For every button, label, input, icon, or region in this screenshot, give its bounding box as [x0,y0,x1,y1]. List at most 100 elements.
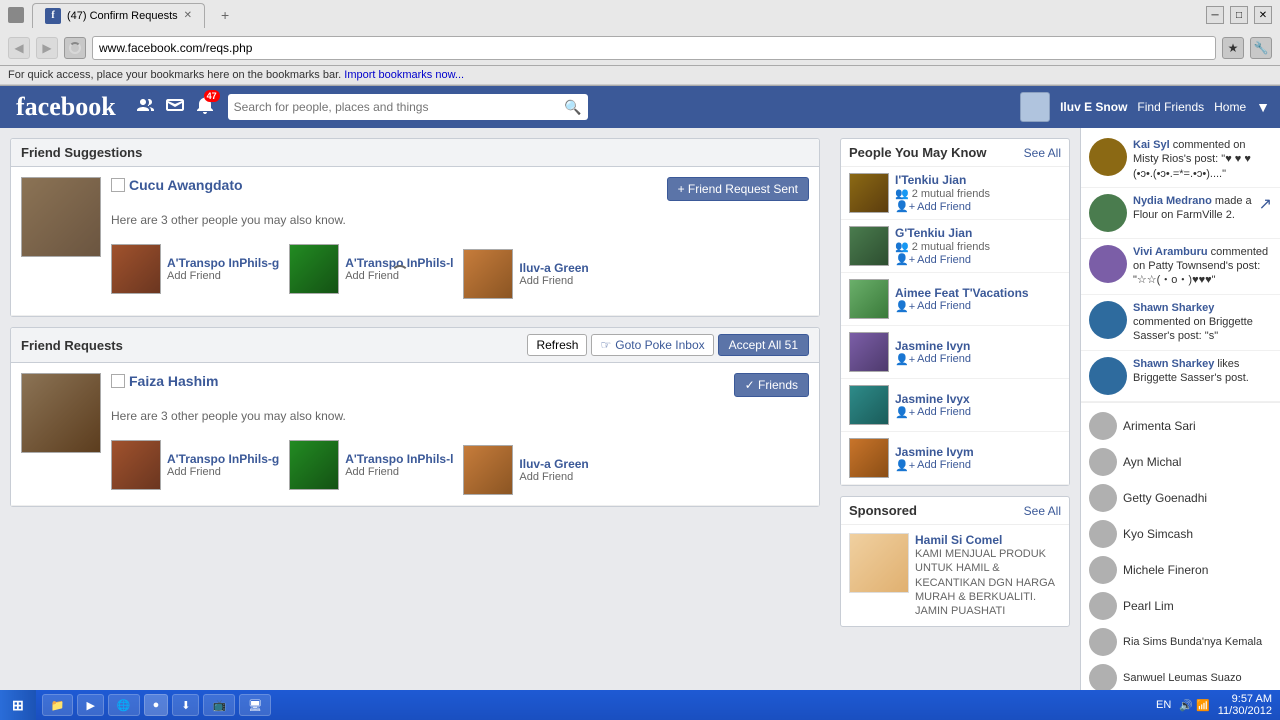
wrench-icon[interactable]: 🔧 [1250,37,1272,59]
pymk-add-6[interactable]: 👤+Add Friend [895,459,1061,472]
pymk-see-all[interactable]: See All [1024,146,1061,160]
person-name-1[interactable]: A'Transpo InPhils-g [167,256,279,270]
chat-friend-name-5: Michele Fineron [1123,563,1208,577]
notif-text-5: Shawn Sharkey likes Briggette Sasser's p… [1133,357,1272,395]
pymk-add-2[interactable]: 👤+Add Friend [895,253,1061,266]
tab[interactable]: f (47) Confirm Requests ✕ [32,3,205,28]
chat-friend-name-7: Ria Sims Bunda'nya Kemala [1123,636,1262,648]
req-person-name-2[interactable]: A'Transpo InPhils-l [345,452,453,466]
req-person-add-1[interactable]: Add Friend [167,466,279,478]
taskbar-media[interactable]: ▶ [77,694,103,716]
request-checkbox[interactable] [111,374,125,388]
req-person-add-3[interactable]: Add Friend [519,471,588,483]
chat-friend-1[interactable]: Arimenta Sari [1081,408,1280,444]
req-person-thumb-1: A'Transpo InPhils-g Add Friend [111,435,279,495]
suggestion-name[interactable]: Cucu Awangdato [129,177,243,193]
pymk-add-5[interactable]: 👤+Add Friend [895,406,1061,419]
chat-friend-name-2: Ayn Michal [1123,455,1181,469]
find-friends-button[interactable]: Find Friends [1137,100,1204,114]
request-name[interactable]: Faiza Hashim [129,373,218,389]
request-other-text: Here are 3 other people you may also kno… [111,403,809,429]
url-bar[interactable] [92,36,1216,60]
import-bookmarks-link[interactable]: Import bookmarks now... [344,69,464,81]
tab-close-icon[interactable]: ✕ [184,10,192,21]
notif-item-3[interactable]: Vivi Aramburu commented on Patty Townsen… [1081,239,1280,295]
close-window-button[interactable]: ✕ [1254,6,1272,24]
pymk-avatar-1 [849,173,889,213]
chat-friend-2[interactable]: Ayn Michal [1081,444,1280,480]
pymk-name-2[interactable]: G'Tenkiu Jian [895,226,1061,240]
facebook-logo[interactable]: facebook [10,92,122,122]
taskbar-app3[interactable]: 🖥 [239,694,271,716]
pymk-name-4[interactable]: Jasmine Ivyn [895,339,1061,353]
notif-item-5[interactable]: Shawn Sharkey likes Briggette Sasser's p… [1081,351,1280,402]
pymk-name-5[interactable]: Jasmine Ivyx [895,392,1061,406]
pymk-avatar-4 [849,332,889,372]
person-image-1 [111,244,161,294]
minimize-button[interactable]: ─ [1206,6,1224,24]
pymk-add-4[interactable]: 👤+Add Friend [895,353,1061,366]
accept-all-button[interactable]: Accept All 51 [718,334,809,356]
pymk-name-1[interactable]: I'Tenkiu Jian [895,173,1061,187]
taskbar-app1[interactable]: ⬇ [172,694,199,716]
friend-request-sent-button[interactable]: + Friend Request Sent [667,177,809,201]
search-submit-button[interactable]: 🔍 [564,99,581,116]
req-person-name-1[interactable]: A'Transpo InPhils-g [167,452,279,466]
username-button[interactable]: Iluv E Snow [1060,100,1127,114]
pymk-item-2: G'Tenkiu Jian 👥2 mutual friends 👤+Add Fr… [841,220,1069,273]
taskbar-explorer[interactable]: 📁 [42,694,74,716]
pymk-avatar-6 [849,438,889,478]
taskbar-app2[interactable]: 📺 [203,694,235,716]
home-button[interactable]: Home [1214,100,1246,114]
sponsored-see-all[interactable]: See All [1024,504,1061,518]
search-input[interactable] [234,100,565,114]
notif-external-link[interactable]: ↗ [1259,194,1272,232]
pymk-mutual-2: 👥2 mutual friends [895,240,1061,253]
bookmark-star[interactable]: ★ [1222,37,1244,59]
new-tab-button[interactable]: + [213,3,237,27]
friends-button[interactable]: ✓ Friends [734,373,809,397]
chat-friend-avatar-2 [1089,448,1117,476]
req-person-image-3 [463,445,513,495]
suggestion-checkbox[interactable] [111,178,125,192]
notif-avatar-1 [1089,138,1127,176]
pymk-name-6[interactable]: Jasmine Ivym [895,445,1061,459]
back-button[interactable]: ◀ [8,37,30,59]
chat-friend-7[interactable]: Ria Sims Bunda'nya Kemala [1081,624,1280,660]
goto-poke-inbox-button[interactable]: ☞ Goto Poke Inbox [591,334,713,356]
notif-avatar-2 [1089,194,1127,232]
pymk-name-3[interactable]: Aimee Feat T'Vacations [895,286,1061,300]
maximize-button[interactable]: □ [1230,6,1248,24]
chat-friend-6[interactable]: Pearl Lim [1081,588,1280,624]
chat-friend-5[interactable]: Michele Fineron [1081,552,1280,588]
notif-item-1[interactable]: Kai Syl commented on Misty Rios's post: … [1081,132,1280,188]
pymk-add-1[interactable]: 👤+Add Friend [895,200,1061,213]
req-person-name-3[interactable]: Iluv-a Green [519,457,588,471]
notif-avatar-3 [1089,245,1127,283]
person-thumb-1: A'Transpo InPhils-g Add Friend [111,239,279,299]
more-options-button[interactable]: ▼ [1256,99,1270,115]
chat-friend-4[interactable]: Kyo Simcash [1081,516,1280,552]
other-people-text: Here are 3 other people you may also kno… [111,207,809,233]
chat-friend-avatar-5 [1089,556,1117,584]
start-button[interactable]: ⊞ [0,690,36,720]
person-add-3[interactable]: Add Friend [519,275,588,287]
reload-button[interactable] [64,37,86,59]
taskbar-chrome[interactable]: ● [144,694,169,716]
notif-item-2[interactable]: Nydia Medrano made a Flour on FarmVille … [1081,188,1280,239]
chat-friend-avatar-7 [1089,628,1117,656]
messages-icon[interactable] [162,93,188,122]
forward-button[interactable]: ▶ [36,37,58,59]
person-add-1[interactable]: Add Friend [167,270,279,282]
req-person-add-2[interactable]: Add Friend [345,466,453,478]
refresh-button[interactable]: Refresh [527,334,587,356]
person-image-3 [463,249,513,299]
person-name-3[interactable]: Iluv-a Green [519,261,588,275]
taskbar-ie[interactable]: 🌐 [108,694,140,716]
pymk-add-3[interactable]: 👤+Add Friend [895,300,1061,313]
notifications-icon[interactable]: 47 [192,92,218,123]
friends-icon[interactable] [132,93,158,122]
chat-friend-3[interactable]: Getty Goenadhi [1081,480,1280,516]
notif-item-4[interactable]: Shawn Sharkey commented on Briggette Sas… [1081,295,1280,351]
sponsored-ad-name[interactable]: Hamil Si Comel [915,533,1061,547]
